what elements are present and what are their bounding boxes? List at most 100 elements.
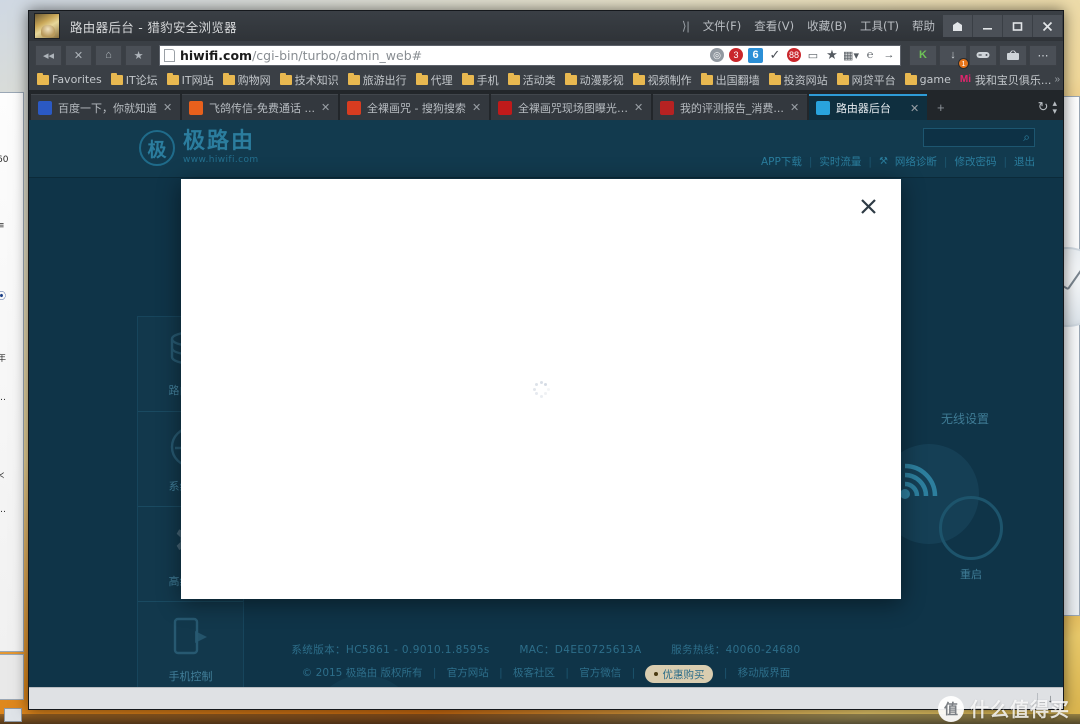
bookmark-item[interactable]: 旅游出行 (344, 71, 411, 89)
check-icon[interactable]: ✓ (768, 47, 782, 62)
link-logout[interactable]: 退出 (1014, 154, 1035, 169)
minimize-button[interactable] (973, 15, 1003, 37)
tab-close-icon[interactable]: ✕ (910, 102, 920, 115)
divider: | (1003, 155, 1007, 168)
user-avatar[interactable] (34, 13, 60, 39)
tab-favicon-icon (189, 100, 203, 115)
close-icon[interactable] (857, 195, 879, 217)
bookmark-item[interactable]: 动漫影视 (561, 71, 628, 89)
panel-reboot[interactable]: 重启 (939, 496, 1003, 582)
tab-list-icon[interactable]: ▴ ▾ (1052, 99, 1057, 116)
bookmark-item[interactable]: IT网站 (163, 71, 218, 89)
download-button[interactable]: ↓ 1 (939, 44, 969, 69)
mi-icon: Mi (959, 74, 971, 85)
spinner-dot (544, 392, 548, 396)
bookmark-label: IT论坛 (125, 73, 158, 87)
divider: | (723, 667, 728, 679)
bookmark-label: 购物网 (237, 73, 271, 87)
kingsoft-button[interactable]: K (909, 44, 937, 66)
bookmark-item[interactable]: 活动类 (504, 71, 560, 89)
menu-favorites[interactable]: 收藏(B) (807, 18, 847, 34)
game-button[interactable] (969, 44, 997, 66)
menu-help[interactable]: 帮助 (912, 18, 935, 34)
link-realtime-traffic[interactable]: 实时流量 (819, 154, 861, 169)
folder-icon (110, 72, 123, 85)
menu-tools[interactable]: 工具(T) (860, 18, 899, 34)
tab-close-icon[interactable]: ✕ (790, 101, 800, 114)
bookmark-item[interactable]: game (901, 71, 955, 89)
footer-link-community[interactable]: 极客社区 (513, 667, 555, 679)
footer-mac: MAC：D4EE0725613A (519, 644, 642, 656)
add-favorite-icon[interactable]: ★ (825, 47, 839, 62)
skin-button[interactable] (943, 15, 973, 37)
bookmark-star-button[interactable]: ★ (125, 44, 152, 66)
shield-3-icon[interactable]: 3 (729, 48, 743, 62)
bookmark-item[interactable]: 出国翻墙 (697, 71, 764, 89)
divider: | (868, 155, 872, 168)
more-button[interactable]: ⋯ (1029, 44, 1057, 66)
hiwifi-logo[interactable]: 极 极路由 www.hiwifi.com (139, 130, 259, 166)
bookmark-label: game (919, 73, 951, 86)
folder-icon (564, 72, 577, 85)
refresh-icon[interactable]: ↻ (1038, 99, 1049, 115)
tab-close-icon[interactable]: ✕ (634, 101, 644, 114)
bookmark-item[interactable]: IT论坛 (107, 71, 162, 89)
footer-link-wechat[interactable]: 官方微信 (579, 667, 621, 679)
address-bar[interactable]: hiwifi.com/cgi-bin/turbo/admin_web# ◎ 3 … (159, 44, 901, 66)
link-app-download[interactable]: APP下载 (761, 154, 802, 169)
ie-mode-icon[interactable]: ℮ (863, 48, 877, 62)
bookmark-item[interactable]: Mi 我和宝贝俱乐... (956, 71, 1056, 89)
tab[interactable]: 全裸画咒 - 搜狗搜索 ✕ (339, 94, 489, 120)
bookmarks-overflow-icon[interactable]: » (1054, 74, 1060, 85)
bookmark-item[interactable]: 技术知识 (276, 71, 343, 89)
go-arrow-icon[interactable]: → (882, 48, 896, 62)
blocked-88-icon[interactable]: 88 (787, 48, 801, 62)
new-tab-button[interactable]: + (929, 94, 953, 120)
tab[interactable]: 我的评测报告_消费... ✕ (652, 94, 807, 120)
search-input[interactable]: ⌕ (923, 128, 1035, 147)
qrcode-icon[interactable]: ▦▾ (843, 48, 859, 62)
search-icon[interactable]: ⌕ (1023, 130, 1030, 145)
link-network-diagnostics[interactable]: 网络诊断 (895, 154, 937, 169)
bookmark-item[interactable]: 网贷平台 (833, 71, 900, 89)
logo-mark-icon: 极 (139, 130, 175, 166)
tab-close-icon[interactable]: ✕ (472, 101, 482, 114)
home-button[interactable]: ⌂ (95, 44, 122, 66)
back-button[interactable]: ◂◂ (35, 44, 62, 66)
link-change-password[interactable]: 修改密码 (954, 154, 996, 169)
menu-collapse-icon[interactable]: ⟩| (682, 19, 690, 33)
bookmark-item[interactable]: 购物网 (219, 71, 275, 89)
folder-icon (461, 72, 474, 85)
six-icon[interactable]: 6 (748, 47, 763, 63)
footer-links-line: © 2015 极路由 版权所有 | 官方网站 | 极客社区 | 官方微信 | 优… (29, 665, 1063, 683)
taskbar[interactable] (0, 714, 1080, 724)
maximize-button[interactable] (1003, 15, 1033, 37)
compass-icon[interactable]: ◎ (710, 48, 724, 62)
tab-close-icon[interactable]: ✕ (163, 101, 173, 114)
tab[interactable]: 全裸画咒现场图曝光 ... ✕ (490, 94, 651, 120)
bookmark-item[interactable]: 手机 (458, 71, 503, 89)
status-download-icon[interactable]: ↓ (1048, 693, 1054, 705)
page-content: 极 极路由 www.hiwifi.com ⌕ APP下载 | 实时流量 | ⚒ … (29, 120, 1063, 687)
bookmark-item[interactable]: Favorites (33, 71, 106, 89)
footer-link-mobile-ui[interactable]: 移动版界面 (738, 667, 791, 679)
menu-view[interactable]: 查看(V) (754, 18, 794, 34)
no-popup-icon[interactable]: ▭ (806, 48, 820, 62)
divider: | (432, 667, 437, 679)
browser-window: 路由器后台 - 猎豹安全浏览器 ⟩| 文件(F) 查看(V) 收藏(B) 工具(… (28, 10, 1064, 710)
footer-promo-button[interactable]: 优惠购买 (645, 665, 714, 683)
tab[interactable]: 百度一下，你就知道 ✕ (31, 94, 180, 120)
bookmark-item[interactable]: 视频制作 (629, 71, 696, 89)
bookmark-item[interactable]: 投资网站 (765, 71, 832, 89)
footer-link-official-site[interactable]: 官方网站 (447, 667, 489, 679)
tab-active[interactable]: 路由器后台 ✕ (808, 94, 927, 120)
bookmark-item[interactable]: 代理 (412, 71, 457, 89)
tab[interactable]: 飞鸽传信-免费通话 ... ✕ (182, 94, 338, 120)
desktop-icon[interactable] (4, 708, 22, 722)
tab-favicon-icon (346, 100, 361, 115)
close-button[interactable] (1033, 15, 1063, 37)
tv-button[interactable] (999, 44, 1027, 66)
menu-file[interactable]: 文件(F) (703, 18, 742, 34)
tab-close-icon[interactable]: ✕ (321, 101, 331, 114)
stop-button[interactable]: ✕ (65, 44, 92, 66)
